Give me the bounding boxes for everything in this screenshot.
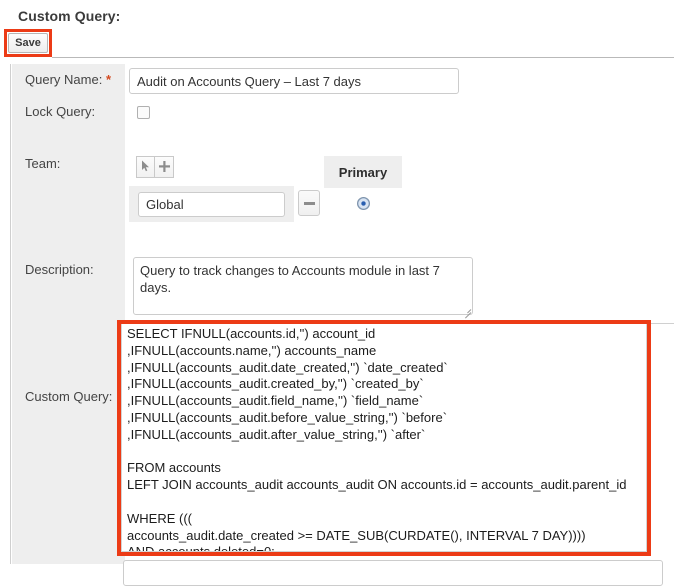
team-action-buttons <box>136 156 174 178</box>
description-label: Description: <box>25 262 94 277</box>
primary-radio-cell <box>324 188 402 218</box>
query-name-label: Query Name: * <box>25 72 111 87</box>
description-textarea[interactable] <box>133 257 473 315</box>
team-add-button[interactable] <box>155 156 174 178</box>
primary-radio-button[interactable] <box>356 196 370 210</box>
page-title: Custom Query: <box>18 8 121 24</box>
save-button[interactable]: Save <box>8 33 48 53</box>
lock-query-label: Lock Query: <box>25 104 96 119</box>
query-name-input[interactable] <box>129 68 459 94</box>
query-name-label-text: Query Name: <box>25 72 103 87</box>
cursor-arrow-icon <box>141 160 150 175</box>
plus-icon <box>158 160 170 175</box>
team-select-button[interactable] <box>136 156 155 178</box>
team-name-input[interactable] <box>138 191 285 217</box>
team-label: Team: <box>25 156 61 171</box>
minus-icon <box>303 201 315 205</box>
required-marker: * <box>105 72 111 87</box>
form-label-column <box>12 64 125 564</box>
next-field-input[interactable] <box>123 560 663 586</box>
team-remove-button[interactable] <box>298 190 320 216</box>
custom-query-label: Custom Query: <box>25 389 113 404</box>
primary-column-header: Primary <box>324 156 402 188</box>
lock-query-checkbox[interactable] <box>137 106 150 119</box>
header-divider <box>52 57 674 58</box>
team-row <box>129 186 294 222</box>
save-button-region: Save <box>4 29 52 57</box>
custom-query-textarea[interactable] <box>121 324 647 552</box>
